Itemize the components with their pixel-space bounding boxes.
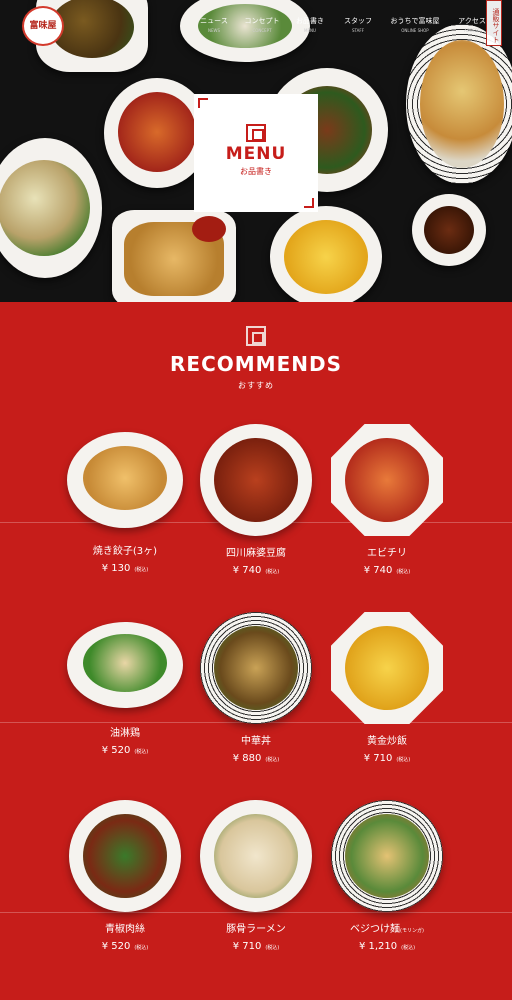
corner-ornament [304, 198, 314, 208]
nav-label: ニュース [200, 17, 228, 25]
item-price: ¥ 880 (税込) [232, 753, 280, 764]
dish-image [0, 138, 102, 278]
item-name: 青椒肉絲 [105, 924, 145, 935]
item-name: 黄金炒飯 [367, 736, 407, 747]
nav-label-en: NEWS [207, 28, 220, 33]
item-name: エビチリ [367, 548, 407, 559]
item-price: ¥ 740 (税込) [232, 565, 280, 576]
dish-image [200, 612, 312, 724]
menu-item[interactable]: 焼き餃子(3ヶ) ¥ 130 (税込) [60, 424, 190, 574]
recommends-header: RECOMMENDS おすすめ [0, 326, 512, 391]
dish-image [200, 424, 312, 536]
nav-item-menu[interactable]: お品書き MENU [286, 16, 334, 33]
dish-image [406, 24, 512, 184]
section-title: RECOMMENDS [170, 352, 342, 376]
item-price: ¥ 710 (税込) [232, 941, 280, 952]
dish-image [67, 432, 183, 528]
nav-item-news[interactable]: ニュース NEWS [190, 16, 238, 33]
nav-label-en: STAFF [351, 28, 364, 33]
dish-image [69, 800, 181, 912]
nav-label: コンセプト [244, 17, 280, 25]
nav-item-staff[interactable]: スタッフ STAFF [334, 16, 382, 33]
nav-label-en: CONCEPT [252, 28, 272, 33]
nav-item-online-shop[interactable]: おうちで富味屋 ONLINE SHOP [382, 16, 448, 33]
item-name: 豚骨ラーメン [226, 924, 286, 935]
knot-icon [246, 124, 266, 142]
page-title: MENU [225, 144, 287, 164]
item-price: ¥ 520 (税込) [101, 941, 149, 952]
dish-image [270, 206, 382, 302]
item-name: ベジつけ麺(モリンガ) [350, 924, 424, 935]
menu-title-card: MENU お品書き [194, 94, 318, 212]
sauce-dish-image [192, 216, 226, 242]
dish-image [331, 800, 443, 912]
menu-item[interactable]: 油淋鶏 ¥ 520 (税込) [60, 612, 190, 756]
site-logo[interactable]: 富味屋 [22, 6, 64, 46]
menu-item[interactable]: 黄金炒飯 ¥ 710 (税込) [322, 612, 452, 764]
item-name: 中華丼 [241, 736, 271, 747]
menu-item[interactable]: 中華丼 ¥ 880 (税込) [191, 612, 321, 764]
dish-image [200, 800, 312, 912]
item-name: 油淋鶏 [110, 728, 140, 739]
hero-banner: 富味屋 ニュース NEWS コンセプト CONCEPT お品書き MENU スタッフ S… [0, 0, 512, 302]
nav-item-concept[interactable]: コンセプト CONCEPT [238, 16, 286, 33]
menu-item[interactable]: ベジつけ麺(モリンガ) ¥ 1,210 (税込) [322, 800, 452, 952]
nav-label: おうちで富味屋 [390, 17, 440, 25]
knot-icon [246, 326, 266, 346]
dish-image [412, 194, 486, 266]
nav-label: アクセス [458, 17, 486, 25]
nav-label-en: ONLINE SHOP [401, 28, 429, 33]
online-shop-tab[interactable]: 通販サイト [486, 0, 502, 46]
page-subtitle: お品書き [240, 167, 272, 176]
main-nav: ニュース NEWS コンセプト CONCEPT お品書き MENU スタッフ STAFF… [190, 16, 496, 33]
item-price: ¥ 1,210 (税込) [358, 941, 416, 952]
menu-item[interactable]: 豚骨ラーメン ¥ 710 (税込) [191, 800, 321, 952]
logo-text: 富味屋 [29, 20, 57, 31]
nav-label: お品書き [296, 17, 324, 25]
item-name: 焼き餃子(3ヶ) [92, 546, 158, 557]
item-price: ¥ 130 (税込) [101, 563, 149, 574]
dish-image [67, 622, 183, 708]
menu-item[interactable]: 青椒肉絲 ¥ 520 (税込) [60, 800, 190, 952]
item-price: ¥ 740 (税込) [363, 565, 411, 576]
nav-label: スタッフ [344, 17, 372, 25]
item-price: ¥ 710 (税込) [363, 753, 411, 764]
menu-item[interactable]: 四川麻婆豆腐 ¥ 740 (税込) [191, 424, 321, 576]
item-price: ¥ 520 (税込) [101, 745, 149, 756]
section-subtitle: おすすめ [238, 381, 274, 390]
dish-image [331, 424, 443, 536]
menu-item[interactable]: エビチリ ¥ 740 (税込) [322, 424, 452, 576]
dish-image [331, 612, 443, 724]
item-name: 四川麻婆豆腐 [226, 548, 286, 559]
nav-label-en: MENU [304, 28, 316, 33]
corner-ornament [198, 98, 208, 108]
